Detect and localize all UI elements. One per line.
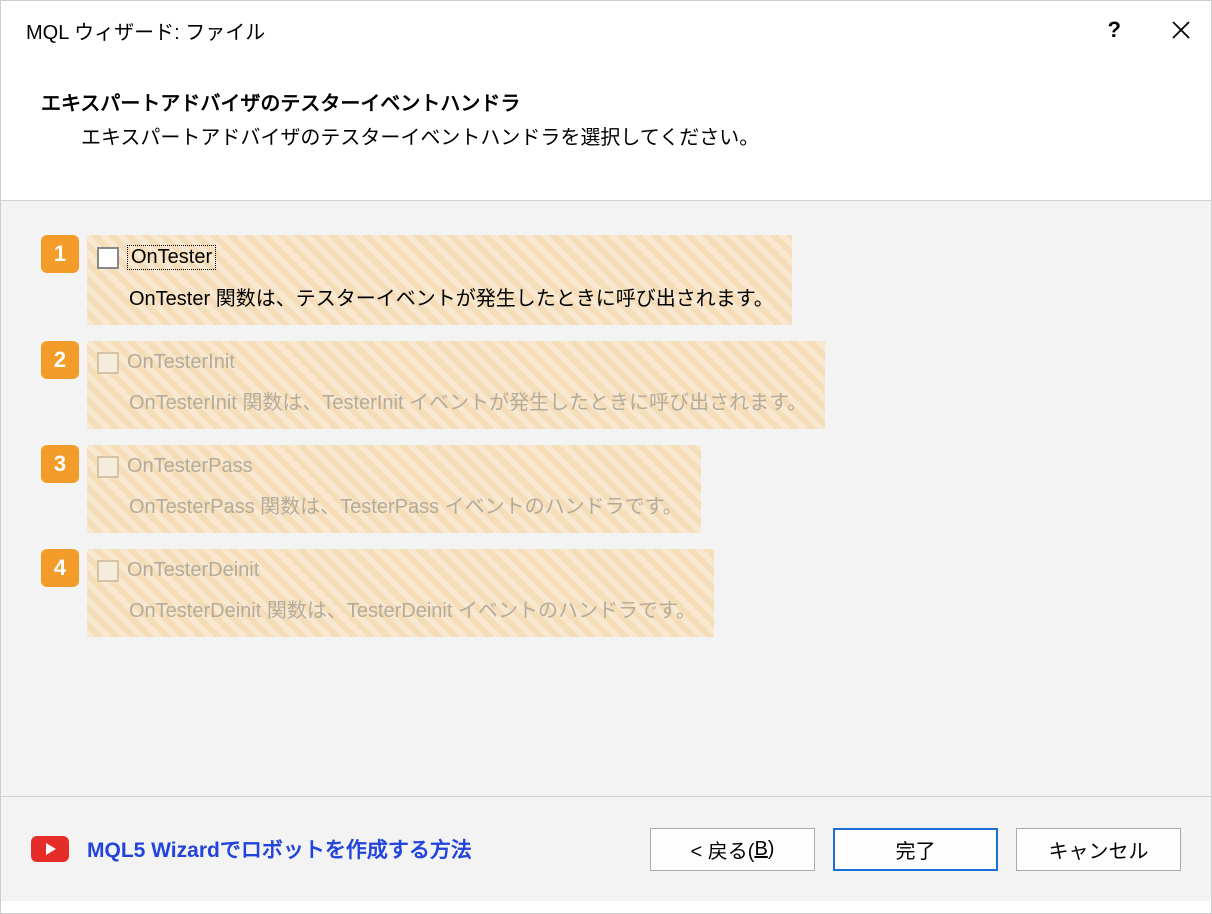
option-description: OnTester 関数は、テスターイベントが発生したときに呼び出されます。 (97, 282, 774, 311)
option-label: OnTesterDeinit (127, 559, 259, 582)
option-label: OnTesterInit (127, 351, 235, 374)
back-button[interactable]: < 戻る(B) (650, 828, 815, 871)
number-badge: 2 (41, 341, 79, 379)
checkbox-ontesterdeinit (97, 560, 119, 582)
option-box: OnTesterPass OnTesterPass 関数は、TesterPass… (87, 445, 701, 533)
tutorial-link[interactable]: MQL5 Wizardでロボットを作成する方法 (87, 834, 472, 864)
option-description: OnTesterInit 関数は、TesterInit イベントが発生したときに… (97, 386, 807, 415)
option-box: OnTester OnTester 関数は、テスターイベントが発生したときに呼び… (87, 235, 792, 325)
youtube-icon[interactable] (31, 836, 69, 862)
cancel-button[interactable]: キャンセル (1016, 828, 1181, 871)
close-icon[interactable] (1171, 20, 1191, 40)
back-key: B (754, 838, 767, 861)
number-badge: 3 (41, 445, 79, 483)
footer-buttons: < 戻る(B) 完了 キャンセル (650, 828, 1181, 871)
back-prefix: < 戻る( (691, 835, 755, 864)
content-area: 1 OnTester OnTester 関数は、テスターイベントが発生したときに… (1, 200, 1211, 796)
option-ontester: 1 OnTester OnTester 関数は、テスターイベントが発生したときに… (41, 235, 1171, 325)
footer: MQL5 Wizardでロボットを作成する方法 < 戻る(B) 完了 キャンセル (1, 796, 1211, 901)
page-subtitle: エキスパートアドバイザのテスターイベントハンドラを選択してください。 (41, 121, 1171, 150)
footer-left: MQL5 Wizardでロボットを作成する方法 (31, 834, 472, 864)
option-box: OnTesterDeinit OnTesterDeinit 関数は、Tester… (87, 549, 714, 637)
option-ontesterdeinit: 4 OnTesterDeinit OnTesterDeinit 関数は、Test… (41, 549, 1171, 637)
option-box: OnTesterInit OnTesterInit 関数は、TesterInit… (87, 341, 825, 429)
back-suffix: ) (768, 838, 775, 861)
page-title: エキスパートアドバイザのテスターイベントハンドラ (41, 87, 1171, 116)
option-description: OnTesterPass 関数は、TesterPass イベントのハンドラです。 (97, 490, 683, 519)
checkbox-ontesterinit (97, 352, 119, 374)
option-ontesterinit: 2 OnTesterInit OnTesterInit 関数は、TesterIn… (41, 341, 1171, 429)
option-description: OnTesterDeinit 関数は、TesterDeinit イベントのハンド… (97, 594, 696, 623)
checkbox-ontester[interactable] (97, 247, 119, 269)
number-badge: 1 (41, 235, 79, 273)
header-section: エキスパートアドバイザのテスターイベントハンドラ エキスパートアドバイザのテスタ… (1, 59, 1211, 200)
window-title: MQL ウィザード: ファイル (26, 16, 265, 45)
finish-button[interactable]: 完了 (833, 828, 998, 871)
option-label[interactable]: OnTester (127, 245, 216, 270)
option-ontesterpass: 3 OnTesterPass OnTesterPass 関数は、TesterPa… (41, 445, 1171, 533)
option-label: OnTesterPass (127, 455, 253, 478)
checkbox-ontesterpass (97, 456, 119, 478)
number-badge: 4 (41, 549, 79, 587)
help-icon[interactable]: ? (1108, 17, 1121, 43)
titlebar-controls: ? (1108, 17, 1191, 43)
titlebar: MQL ウィザード: ファイル ? (1, 1, 1211, 59)
